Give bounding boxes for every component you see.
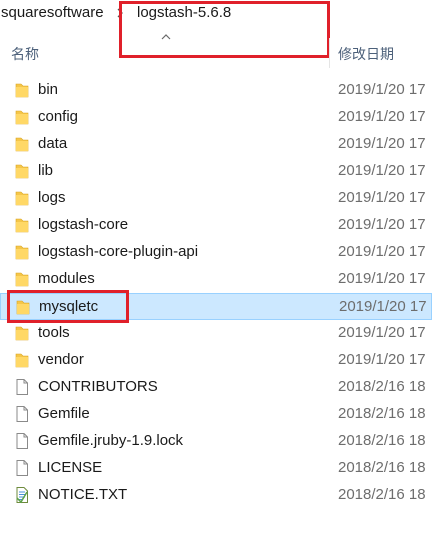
file-name: lib [38,162,54,179]
file-row[interactable]: logstash-core 2019/1/20 17 [0,212,432,239]
file-date-modified: 2018/2/16 18 [338,405,426,422]
file-row[interactable]: Gemfile 2018/2/16 18 [0,401,432,428]
file-name: data [38,135,68,152]
file-row[interactable]: NOTICE.TXT 2018/2/16 18 [0,482,432,509]
file-row[interactable]: logs 2019/1/20 17 [0,185,432,212]
file-row-selected[interactable]: mysqletc 2019/1/20 17 [0,293,432,320]
file-row[interactable]: bin 2019/1/20 17 [0,77,432,104]
file-name: vendor [38,351,84,368]
breadcrumb-item-parent[interactable]: squaresoftware [1,4,104,21]
file-name: Gemfile [38,405,90,422]
folder-icon [14,270,30,288]
chevron-right-icon[interactable] [115,6,125,20]
file-date-modified: 2018/2/16 18 [338,432,426,449]
file-row[interactable]: tools 2019/1/20 17 [0,320,432,347]
file-date-modified: 2019/1/20 17 [338,324,426,341]
file-date-modified: 2019/1/20 17 [338,81,426,98]
document-icon [14,459,30,477]
folder-icon [14,324,30,342]
document-icon [14,405,30,423]
file-date-modified: 2019/1/20 17 [338,270,426,287]
folder-icon [15,298,31,316]
folder-icon [14,189,30,207]
breadcrumb-item-current[interactable]: logstash-5.6.8 [137,4,231,21]
file-date-modified: 2019/1/20 17 [338,189,426,206]
file-date-modified: 2019/1/20 17 [338,108,426,125]
file-row[interactable]: modules 2019/1/20 17 [0,266,432,293]
folder-icon [14,351,30,369]
file-row[interactable]: config 2019/1/20 17 [0,104,432,131]
folder-icon [14,108,30,126]
file-name: bin [38,81,59,98]
file-name: mysqletc [39,298,99,315]
file-date-modified: 2019/1/20 17 [339,298,427,315]
folder-icon [14,243,30,261]
document-icon [14,432,30,450]
file-name: Gemfile.jruby-1.9.lock [38,432,184,449]
folder-icon [14,162,30,180]
file-name: modules [38,270,95,287]
file-row[interactable]: logstash-core-plugin-api 2019/1/20 17 [0,239,432,266]
file-name: CONTRIBUTORS [38,378,158,395]
file-date-modified: 2018/2/16 18 [338,486,426,503]
sort-ascending-icon [161,34,171,40]
column-header: 名称 修改日期 [0,38,432,68]
column-header-date-modified[interactable]: 修改日期 [338,44,394,64]
file-row[interactable]: data 2019/1/20 17 [0,131,432,158]
file-date-modified: 2019/1/20 17 [338,351,426,368]
file-date-modified: 2018/2/16 18 [338,378,426,395]
text-file-icon [14,486,30,504]
file-name: tools [38,324,70,341]
folder-icon [14,81,30,99]
file-row[interactable]: CONTRIBUTORS 2018/2/16 18 [0,374,432,401]
file-date-modified: 2019/1/20 17 [338,135,426,152]
file-name: logstash-core-plugin-api [38,243,199,260]
file-row[interactable]: LICENSE 2018/2/16 18 [0,455,432,482]
file-date-modified: 2019/1/20 17 [338,162,426,179]
file-name: LICENSE [38,459,103,476]
file-row[interactable]: Gemfile.jruby-1.9.lock 2018/2/16 18 [0,428,432,455]
file-date-modified: 2019/1/20 17 [338,216,426,233]
file-date-modified: 2018/2/16 18 [338,459,426,476]
folder-icon [14,135,30,153]
file-name: config [38,108,79,125]
breadcrumb: squaresoftware logstash-5.6.8 [0,0,432,32]
column-header-name[interactable]: 名称 [11,44,39,64]
file-row[interactable]: lib 2019/1/20 17 [0,158,432,185]
file-name: NOTICE.TXT [38,486,128,503]
file-name: logs [38,189,66,206]
file-list: bin 2019/1/20 17 config 2019/1/20 17 data 201… [0,77,432,509]
folder-icon [14,216,30,234]
file-name: logstash-core [38,216,129,233]
file-row[interactable]: vendor 2019/1/20 17 [0,347,432,374]
column-divider[interactable] [329,38,330,68]
file-date-modified: 2019/1/20 17 [338,243,426,260]
document-icon [14,378,30,396]
